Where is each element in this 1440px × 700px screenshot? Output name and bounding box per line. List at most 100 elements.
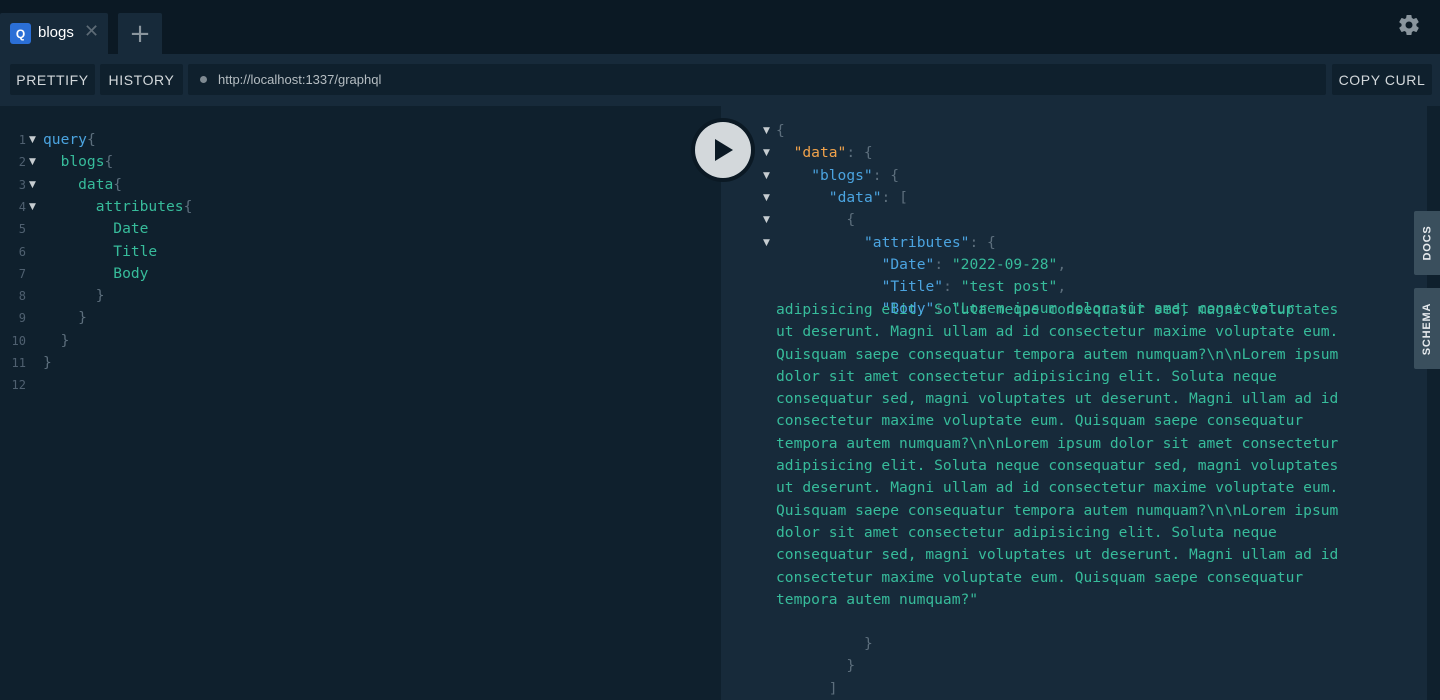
code-text: attributes{ [43,196,193,218]
code-text: blogs{ [43,151,114,173]
code-text: query{ [43,129,96,151]
json-token: "Date" [881,255,935,273]
result-scrollbar[interactable] [1427,106,1440,700]
code-token: blogs [43,153,105,171]
copy-curl-button[interactable]: COPY CURL [1332,64,1432,95]
endpoint-bar [188,64,1326,95]
code-text: data{ [43,174,122,196]
json-token: : { [872,166,900,184]
json-token: "2022-09-28" [951,255,1058,273]
json-token: : [ [881,188,908,206]
result-line: "Title": "test post", [882,276,1067,298]
result-line: "Date": "2022-09-28", [882,254,1067,276]
fold-arrow-icon[interactable]: ▼ [29,129,36,151]
body-value-continuation: adipisicing elit. Soluta neque consequat… [776,299,1356,611]
close-icon[interactable]: ✕ [84,22,99,42]
json-token: : { [969,233,996,251]
connection-status-dot [200,76,207,83]
code-text: Title [43,241,157,263]
fold-arrow-icon[interactable]: ▼ [29,174,36,196]
fold-arrow-icon[interactable]: ▼ [763,165,770,187]
body-text-line: Quisquam saepe consequatur tempora autem… [776,501,1339,519]
endpoint-url-input[interactable] [218,64,1318,95]
line-number: 3 [18,177,26,192]
fold-arrow-icon[interactable]: ▼ [763,142,770,164]
result-line: "blogs": { [811,165,899,187]
fold-arrow-icon[interactable]: ▼ [29,196,36,218]
json-token: "Body" [881,300,935,318]
docs-tab[interactable]: DOCS [1414,211,1440,275]
line-number: 2 [18,155,26,170]
fold-arrow-icon[interactable]: ▼ [763,120,770,142]
code-token: { [113,175,123,193]
closing-bracket: } [864,634,873,652]
code-token: query [43,131,87,148]
closing-bracket: ] [828,679,838,697]
json-token: { [776,122,785,139]
body-text-line: dolor sit amet consectetur adipisicing e… [776,523,1277,541]
fold-arrow-icon[interactable]: ▼ [763,187,770,209]
editor-line: 5 Date [0,218,721,240]
line-number: 11 [11,356,26,370]
body-text-line: ut deserunt. Magni ullam ad id consectet… [776,323,1339,341]
json-token: "test post" [960,278,1058,296]
body-text-line: tempora autem numquam?" [776,590,979,608]
result-line: { [776,120,785,142]
closing-bracket: } [846,657,856,675]
code-token: } [43,331,70,349]
editor-line: 10 } [0,330,721,352]
add-tab-button[interactable]: + [118,13,162,54]
code-token: { [104,153,114,171]
result-line: "attributes": { [864,232,996,254]
schema-tab[interactable]: SCHEMA [1414,288,1440,369]
line-number: 6 [18,244,26,259]
code-token: Body [43,264,149,282]
json-token: "blogs" [811,166,873,184]
json-token: "Lorem ipsum dolor sit amet consectetur [951,300,1295,318]
json-token: : [934,255,952,273]
history-button[interactable]: HISTORY [100,64,183,95]
query-editor[interactable]: 1 ▼ query{2 ▼ blogs{3 ▼ data{4 ▼ attributes{5… [0,106,721,700]
line-number: 9 [18,311,26,326]
code-token: } [43,309,87,327]
execute-query-button[interactable] [691,118,755,182]
json-token: "data" [793,144,847,162]
result-line: "data": { [794,142,873,164]
json-token: "attributes" [864,233,970,251]
tab-bar: Q blogs ✕ + [0,0,1440,54]
editor-line: 2 ▼ blogs{ [0,151,721,173]
json-token: "data" [828,188,882,206]
fold-arrow-icon[interactable]: ▼ [763,232,770,254]
json-token: : { [846,144,873,162]
code-token: { [183,197,193,215]
code-text: Date [43,218,148,240]
fold-arrow-icon[interactable]: ▼ [763,209,770,231]
code-text: } [43,307,87,329]
code-text: Body [43,263,148,285]
play-icon [695,122,751,178]
prettify-button[interactable]: PRETTIFY [10,64,95,95]
editor-line: 3 ▼ data{ [0,174,721,196]
json-token: , [1057,255,1067,273]
docs-tab-label: DOCS [1421,225,1434,261]
result-line: "Body": "Lorem ipsum dolor sit amet cons… [882,298,1295,320]
json-token: : [943,278,961,296]
query-tab[interactable]: Q blogs ✕ [0,13,108,54]
code-text: } [43,352,52,374]
code-token: Date [43,220,149,238]
tab-title: blogs [38,24,74,41]
body-text-line: dolor sit amet consectetur adipisicing e… [776,367,1277,385]
gear-icon[interactable] [1397,13,1421,37]
editor-line: 4 ▼ attributes{ [0,196,721,218]
result-line: { [846,209,855,231]
body-text-line: consectetur maxime voluptate eum. Quisqu… [776,412,1304,430]
code-text: } [43,285,105,307]
body-text-line: adipisicing elit. Soluta neque consequat… [776,457,1339,475]
line-number: 5 [18,222,26,237]
line-number: 10 [11,333,26,348]
json-token: , [1057,278,1067,296]
body-text-line: tempora autem numquam?\n\nLorem ipsum do… [776,434,1339,452]
fold-arrow-icon[interactable]: ▼ [29,151,36,173]
body-text-line: Quisquam saepe consequatur tempora autem… [776,345,1339,363]
code-token: attributes [43,197,184,215]
